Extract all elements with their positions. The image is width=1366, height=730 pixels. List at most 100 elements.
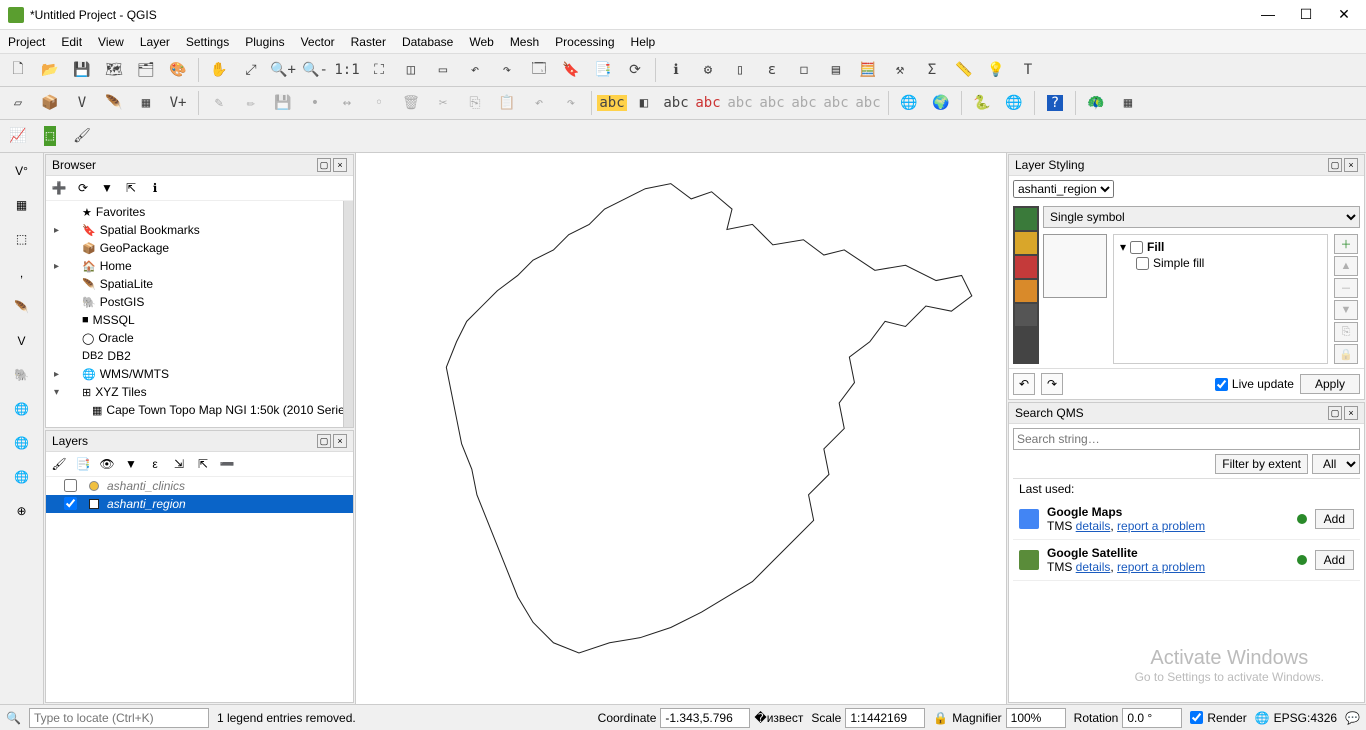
zoom-next-icon[interactable]: ↷ — [493, 56, 521, 84]
browser-item[interactable]: ◯Oracle — [48, 329, 341, 347]
new-project-icon[interactable]: 🗋 — [4, 56, 32, 84]
apply-button[interactable]: Apply — [1300, 374, 1360, 394]
new-virtual-icon[interactable]: V+ — [164, 89, 192, 117]
mag-input[interactable] — [1006, 708, 1066, 728]
toolbox-icon[interactable]: ⚒ — [886, 56, 914, 84]
symbol-down-button[interactable]: ▼ — [1334, 300, 1358, 320]
layer-visibility-icon[interactable]: 👁 — [98, 455, 116, 473]
minimize-button[interactable]: — — [1258, 6, 1278, 23]
layer-expression-icon[interactable]: ε — [146, 455, 164, 473]
add-vector-icon[interactable]: V° — [7, 157, 37, 185]
copy-icon[interactable]: ⎘ — [461, 89, 489, 117]
label-toolbar-icon[interactable]: abc — [598, 89, 626, 117]
styling-undock-icon[interactable]: ▢ — [1328, 158, 1342, 172]
close-button[interactable]: ✕ — [1334, 6, 1354, 23]
browser-item[interactable]: 📦GeoPackage — [48, 239, 341, 257]
deselect-icon[interactable]: ◻ — [790, 56, 818, 84]
render-checkbox[interactable] — [1190, 711, 1203, 724]
browser-item[interactable]: ★Favorites — [48, 203, 341, 221]
menu-web[interactable]: Web — [469, 35, 493, 49]
label-change-icon[interactable]: abc — [822, 89, 850, 117]
history-tab-icon[interactable] — [1015, 304, 1037, 326]
python-console-icon[interactable]: 🐍 — [968, 89, 996, 117]
grass2-icon[interactable]: 🖌 — [68, 122, 96, 150]
layer-row-ashanti_region[interactable]: ashanti_region — [46, 495, 353, 513]
osm-icon[interactable]: 🌐 — [1000, 89, 1028, 117]
toggle-edit-icon[interactable]: ✏ — [237, 89, 265, 117]
browser-collapse-icon[interactable]: ⇱ — [122, 179, 140, 197]
browser-tree[interactable]: ★Favorites▸🔖Spatial Bookmarks📦GeoPackage… — [46, 201, 343, 427]
add-wcs-icon[interactable]: 🌐 — [7, 429, 37, 457]
qms-search-input[interactable] — [1013, 428, 1360, 450]
plugin1-icon[interactable]: 🦚 — [1082, 89, 1110, 117]
symbol-up-button[interactable]: ▲ — [1334, 256, 1358, 276]
menu-plugins[interactable]: Plugins — [245, 35, 284, 49]
extent-toggle-icon[interactable]: �извест — [754, 711, 803, 725]
new-map-view-icon[interactable]: 🗔 — [525, 56, 553, 84]
layers-close-icon[interactable]: × — [333, 434, 347, 448]
browser-filter-icon[interactable]: ▼ — [98, 179, 116, 197]
attribute-table-icon[interactable]: ▤ — [822, 56, 850, 84]
label-pin-icon[interactable]: abc — [694, 89, 722, 117]
node-tool-icon[interactable]: ◦ — [365, 89, 393, 117]
browser-item[interactable]: ▦Cape Town Topo Map NGI 1:50k (2010 Seri… — [48, 401, 341, 419]
qms-add-button[interactable]: Add — [1315, 550, 1354, 570]
add-polygon-icon[interactable]: ▱ — [4, 89, 32, 117]
new-bookmark-icon[interactable]: 🔖 — [557, 56, 585, 84]
symbol-tree[interactable]: ▾Fill Simple fill — [1113, 234, 1328, 364]
new-spatialite-icon[interactable]: 🪶 — [100, 89, 128, 117]
menu-database[interactable]: Database — [402, 35, 453, 49]
symbology-tab-icon[interactable] — [1015, 208, 1037, 230]
identify-icon[interactable]: ℹ — [662, 56, 690, 84]
field-calc-icon[interactable]: 🧮 — [854, 56, 882, 84]
coord-input[interactable] — [660, 708, 750, 728]
grass-icon[interactable]: ⬚ — [36, 122, 64, 150]
style-redo-icon[interactable]: ↷ — [1041, 373, 1063, 395]
show-bookmarks-icon[interactable]: 📑 — [589, 56, 617, 84]
zoom-full-icon[interactable]: ⛶ — [365, 56, 393, 84]
labels-tab-icon[interactable] — [1015, 232, 1037, 254]
layer-style-icon[interactable]: 🖌 — [50, 455, 68, 473]
diagrams-tab-icon[interactable] — [1015, 280, 1037, 302]
symbol-add-button[interactable]: ＋ — [1334, 234, 1358, 254]
browser-refresh-icon[interactable]: ⟳ — [74, 179, 92, 197]
menu-project[interactable]: Project — [8, 35, 45, 49]
add-virtual-icon[interactable]: V — [7, 327, 37, 355]
layout-manager-icon[interactable]: 🗂 — [132, 56, 160, 84]
plugin2-icon[interactable]: ▦ — [1114, 89, 1142, 117]
browser-item[interactable]: 🐘PostGIS — [48, 293, 341, 311]
profile-icon[interactable]: 📈 — [4, 122, 32, 150]
zoom-out-icon[interactable]: 🔍- — [301, 56, 329, 84]
layer-collapse-icon[interactable]: ⇱ — [194, 455, 212, 473]
add-wfs-icon[interactable]: 🌐 — [7, 463, 37, 491]
map-canvas[interactable] — [356, 153, 1006, 704]
add-package-icon[interactable]: 📦 — [36, 89, 64, 117]
style-undo-icon[interactable]: ↶ — [1013, 373, 1035, 395]
menu-processing[interactable]: Processing — [555, 35, 614, 49]
new-geopackage-icon[interactable]: ▦ — [132, 89, 160, 117]
layers-list[interactable]: ashanti_clinicsashanti_region — [46, 477, 353, 703]
add-ows-icon[interactable]: ⊕ — [7, 497, 37, 525]
undo-icon[interactable]: ↶ — [525, 89, 553, 117]
renderer-select[interactable]: Single symbol — [1043, 206, 1360, 228]
save-project-icon[interactable]: 💾 — [68, 56, 96, 84]
menu-help[interactable]: Help — [631, 35, 656, 49]
zoom-selection-icon[interactable]: ◫ — [397, 56, 425, 84]
pan-to-selection-icon[interactable]: ⤢ — [237, 56, 265, 84]
cut-icon[interactable]: ✂ — [429, 89, 457, 117]
crs-icon[interactable]: 🌐 — [1255, 711, 1270, 725]
redo-icon[interactable]: ↷ — [557, 89, 585, 117]
symbol-dup-button[interactable]: ⎘ — [1334, 322, 1358, 342]
scale-input[interactable] — [845, 708, 925, 728]
layer-row-ashanti_clinics[interactable]: ashanti_clinics — [46, 477, 353, 495]
menu-vector[interactable]: Vector — [301, 35, 335, 49]
maximize-button[interactable]: ☐ — [1296, 6, 1316, 23]
layers-undock-icon[interactable]: ▢ — [317, 434, 331, 448]
symbol-lock-button[interactable]: 🔒 — [1334, 344, 1358, 364]
browser-item[interactable]: ▸🌐WMS/WMTS — [48, 365, 341, 383]
label-unpin-icon[interactable]: abc — [726, 89, 754, 117]
move-feature-icon[interactable]: ↔ — [333, 89, 361, 117]
style-manager-icon[interactable]: 🎨 — [164, 56, 192, 84]
3d-tab-icon[interactable] — [1015, 256, 1037, 278]
browser-item[interactable]: ▸🏠Home — [48, 257, 341, 275]
